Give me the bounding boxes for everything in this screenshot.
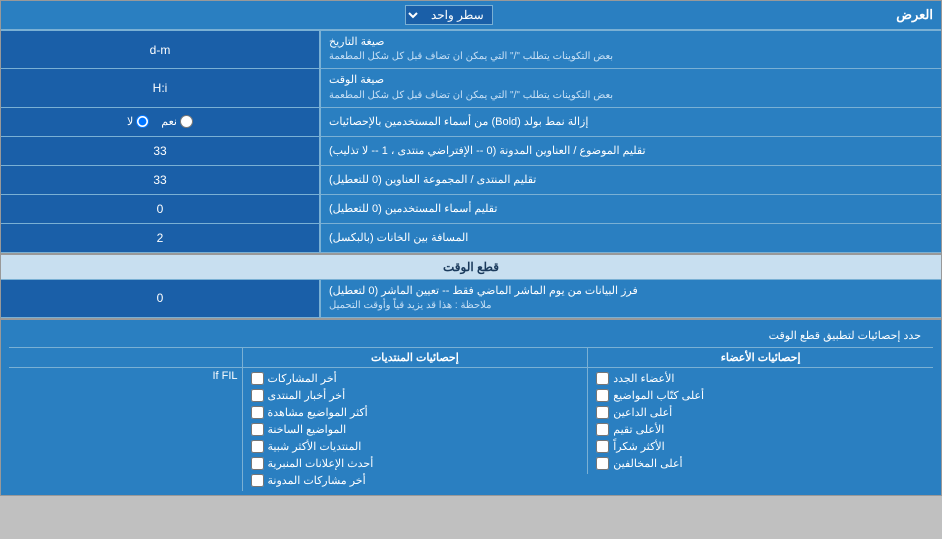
username-trim-label: تقليم أسماء المستخدمين (0 للتعطيل) bbox=[321, 195, 941, 223]
time-format-input-cell bbox=[1, 69, 321, 106]
checkbox-item: أكثر المواضيع مشاهدة bbox=[247, 404, 584, 421]
checkbox-item: أخر أخبار المنتدى bbox=[247, 387, 584, 404]
radio-no-label[interactable]: لا bbox=[127, 115, 149, 128]
checkbox-members-3[interactable] bbox=[596, 423, 609, 436]
header-row: العرض سطر واحدسطر متعدد bbox=[1, 1, 941, 31]
checkbox-col-forums: أخر المشاركات أخر أخبار المنتدى أكثر الم… bbox=[242, 368, 588, 491]
header-label: العرض bbox=[896, 7, 933, 23]
checkbox-forums-3[interactable] bbox=[251, 423, 264, 436]
cut-time-row: فرز البيانات من يوم الماشر الماضي فقط --… bbox=[1, 280, 941, 318]
topic-subject-label: تقليم الموضوع / العناوين المدونة (0 -- ا… bbox=[321, 137, 941, 165]
time-format-label: صيغة الوقت بعض التكوينات يتطلب "/" التي … bbox=[321, 69, 941, 106]
checkbox-members-2[interactable] bbox=[596, 406, 609, 419]
col-header-members: إحصائيات الأعضاء bbox=[587, 348, 933, 367]
forum-title-row: تقليم المنتدى / المجموعة العناوين (0 للت… bbox=[1, 166, 941, 195]
checkbox-col-note: If FIL bbox=[9, 368, 242, 384]
checkbox-item: الأكثر شكراً bbox=[592, 438, 929, 455]
checkbox-item: أخر المشاركات bbox=[247, 370, 584, 387]
col-header-extra bbox=[9, 348, 242, 367]
date-format-input[interactable] bbox=[7, 43, 313, 57]
display-select[interactable]: سطر واحدسطر متعدد bbox=[405, 5, 493, 25]
column-spacing-input-cell bbox=[1, 224, 321, 252]
checkbox-item: أعلى المخالفين bbox=[592, 455, 929, 472]
time-format-input[interactable] bbox=[7, 81, 313, 95]
cut-time-label: فرز البيانات من يوم الماشر الماضي فقط --… bbox=[321, 280, 941, 317]
checkbox-forums-6[interactable] bbox=[251, 474, 264, 487]
radio-yes-label[interactable]: نعم bbox=[161, 115, 193, 128]
checkbox-members-0[interactable] bbox=[596, 372, 609, 385]
bold-remove-row: إزالة نمط بولد (Bold) من أسماء المستخدمي… bbox=[1, 108, 941, 137]
checkbox-forums-0[interactable] bbox=[251, 372, 264, 385]
forum-title-label: تقليم المنتدى / المجموعة العناوين (0 للت… bbox=[321, 166, 941, 194]
col-header-forums: إحصائيات المنتديات bbox=[242, 348, 588, 367]
username-trim-row: تقليم أسماء المستخدمين (0 للتعطيل) bbox=[1, 195, 941, 224]
checkbox-forums-2[interactable] bbox=[251, 406, 264, 419]
checkbox-columns: الأعضاء الجدد أعلى كتّاب المواضيع أعلى ا… bbox=[9, 368, 933, 491]
topic-subject-input-cell bbox=[1, 137, 321, 165]
checkbox-forums-5[interactable] bbox=[251, 457, 264, 470]
username-trim-input-cell bbox=[1, 195, 321, 223]
checkbox-item: المنتديات الأكثر شبية bbox=[247, 438, 584, 455]
topic-subject-row: تقليم الموضوع / العناوين المدونة (0 -- ا… bbox=[1, 137, 941, 166]
checkbox-item: الأعضاء الجدد bbox=[592, 370, 929, 387]
checkbox-item: أخر مشاركات المدونة bbox=[247, 472, 584, 489]
date-format-row: صيغة التاريخ بعض التكوينات يتطلب "/" الت… bbox=[1, 31, 941, 69]
checkboxes-section: حدد إحصائيات لتطبيق قطع الوقت إحصائيات ا… bbox=[1, 318, 941, 495]
checkbox-members-1[interactable] bbox=[596, 389, 609, 402]
bold-remove-radio-cell: نعم لا bbox=[1, 108, 321, 136]
checkbox-forums-1[interactable] bbox=[251, 389, 264, 402]
checkbox-item: أعلى كتّاب المواضيع bbox=[592, 387, 929, 404]
checkbox-headers: إحصائيات الأعضاء إحصائيات المنتديات bbox=[9, 348, 933, 368]
limit-label-row: حدد إحصائيات لتطبيق قطع الوقت bbox=[9, 324, 933, 348]
checkbox-col-members: الأعضاء الجدد أعلى كتّاب المواضيع أعلى ا… bbox=[587, 368, 933, 474]
date-format-input-cell bbox=[1, 31, 321, 68]
cut-time-input[interactable] bbox=[7, 291, 313, 305]
column-spacing-label: المسافة بين الخانات (بالبكسل) bbox=[321, 224, 941, 252]
radio-yes[interactable] bbox=[180, 115, 193, 128]
checkbox-item: أعلى الداعين bbox=[592, 404, 929, 421]
username-trim-input[interactable] bbox=[7, 202, 313, 216]
topic-subject-input[interactable] bbox=[7, 144, 313, 158]
date-format-label: صيغة التاريخ بعض التكوينات يتطلب "/" الت… bbox=[321, 31, 941, 68]
forum-title-input[interactable] bbox=[7, 173, 313, 187]
column-spacing-input[interactable] bbox=[7, 231, 313, 245]
checkbox-forums-4[interactable] bbox=[251, 440, 264, 453]
bold-remove-label: إزالة نمط بولد (Bold) من أسماء المستخدمي… bbox=[321, 108, 941, 136]
forum-title-input-cell bbox=[1, 166, 321, 194]
checkbox-item: المواضيع الساخنة bbox=[247, 421, 584, 438]
cut-section-header: قطع الوقت bbox=[1, 253, 941, 280]
checkbox-item: أحدث الإعلانات المنبرية bbox=[247, 455, 584, 472]
main-container: العرض سطر واحدسطر متعدد صيغة التاريخ بعض… bbox=[0, 0, 942, 496]
radio-no[interactable] bbox=[136, 115, 149, 128]
cut-time-input-cell bbox=[1, 280, 321, 317]
checkbox-members-4[interactable] bbox=[596, 440, 609, 453]
limit-label: حدد إحصائيات لتطبيق قطع الوقت bbox=[655, 326, 933, 345]
column-spacing-row: المسافة بين الخانات (بالبكسل) bbox=[1, 224, 941, 253]
time-format-row: صيغة الوقت بعض التكوينات يتطلب "/" التي … bbox=[1, 69, 941, 107]
checkbox-item: الأعلى تقيم bbox=[592, 421, 929, 438]
checkbox-members-5[interactable] bbox=[596, 457, 609, 470]
